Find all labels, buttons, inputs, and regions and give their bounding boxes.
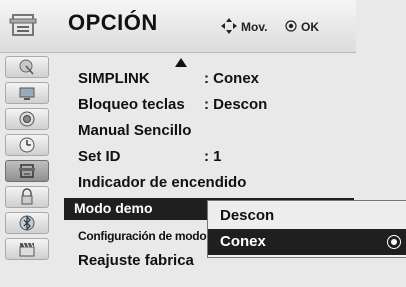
move-hint-label: Mov. [241, 20, 268, 34]
category-time[interactable] [5, 134, 49, 156]
menu-item-value: : 1 [204, 148, 222, 165]
menu-item-power-indicator[interactable]: Indicador de encendido [64, 172, 354, 194]
scroll-up-arrow-icon[interactable] [175, 58, 187, 67]
category-icon-column [0, 53, 62, 287]
ok-hint-label: OK [301, 20, 319, 34]
category-lock[interactable] [5, 186, 49, 208]
submenu-option-label: Conex [220, 233, 266, 250]
submenu-option-off[interactable]: Descon [208, 203, 406, 229]
menu-item-label: Configuración de modo : [78, 229, 214, 243]
submenu-option-on[interactable]: Conex [208, 229, 406, 255]
menu-item-label: Manual Sencillo [78, 122, 192, 139]
usb-bluetooth-icon [19, 215, 35, 231]
menu-item-simple-manual[interactable]: Manual Sencillo [64, 120, 354, 142]
category-usb[interactable] [5, 212, 49, 234]
category-picture[interactable] [5, 82, 49, 104]
menu-item-simplink[interactable]: SIMPLINK : Conex [64, 68, 354, 90]
lock-icon [21, 188, 33, 205]
category-satellite[interactable] [5, 56, 49, 78]
page-title: OPCIÓN [68, 10, 158, 35]
submenu-option-label: Descon [220, 207, 275, 224]
category-audio[interactable] [5, 108, 49, 130]
menu-item-value: : Conex [204, 70, 260, 87]
menu-header: OPCIÓN Mov. OK [0, 0, 356, 53]
option-menu-icon [9, 14, 37, 36]
tv-picture-icon [19, 87, 35, 100]
clapperboard-icon [19, 242, 35, 257]
menu-item-set-id[interactable]: Set ID : 1 [64, 146, 354, 168]
satellite-dish-icon [19, 59, 34, 75]
menu-item-label: SIMPLINK [78, 70, 150, 87]
category-option[interactable] [5, 160, 49, 182]
ok-button-icon [285, 20, 297, 32]
menu-item-label: Indicador de encendido [78, 174, 247, 191]
selected-radio-icon [387, 235, 401, 249]
navigation-arrows-icon [221, 18, 237, 34]
menu-item-value: : Descon [204, 96, 268, 113]
menu-item-label: Modo demo [74, 200, 153, 216]
option-menu-panel: OPCIÓN Mov. OK SIMPLINK: Conex Bloqueo … [0, 0, 406, 287]
speaker-audio-icon [19, 111, 35, 127]
clock-time-icon [19, 137, 35, 153]
menu-item-label: Bloqueo teclas [78, 96, 185, 113]
menu-item-label: Set ID [78, 148, 121, 165]
option-menu-icon [19, 164, 35, 178]
demo-mode-submenu: Descon Conex [207, 200, 406, 258]
category-movie[interactable] [5, 238, 49, 260]
menu-item-key-lock[interactable]: Bloqueo teclas : Descon [64, 94, 354, 116]
menu-item-label: Reajuste fabrica [78, 252, 194, 269]
